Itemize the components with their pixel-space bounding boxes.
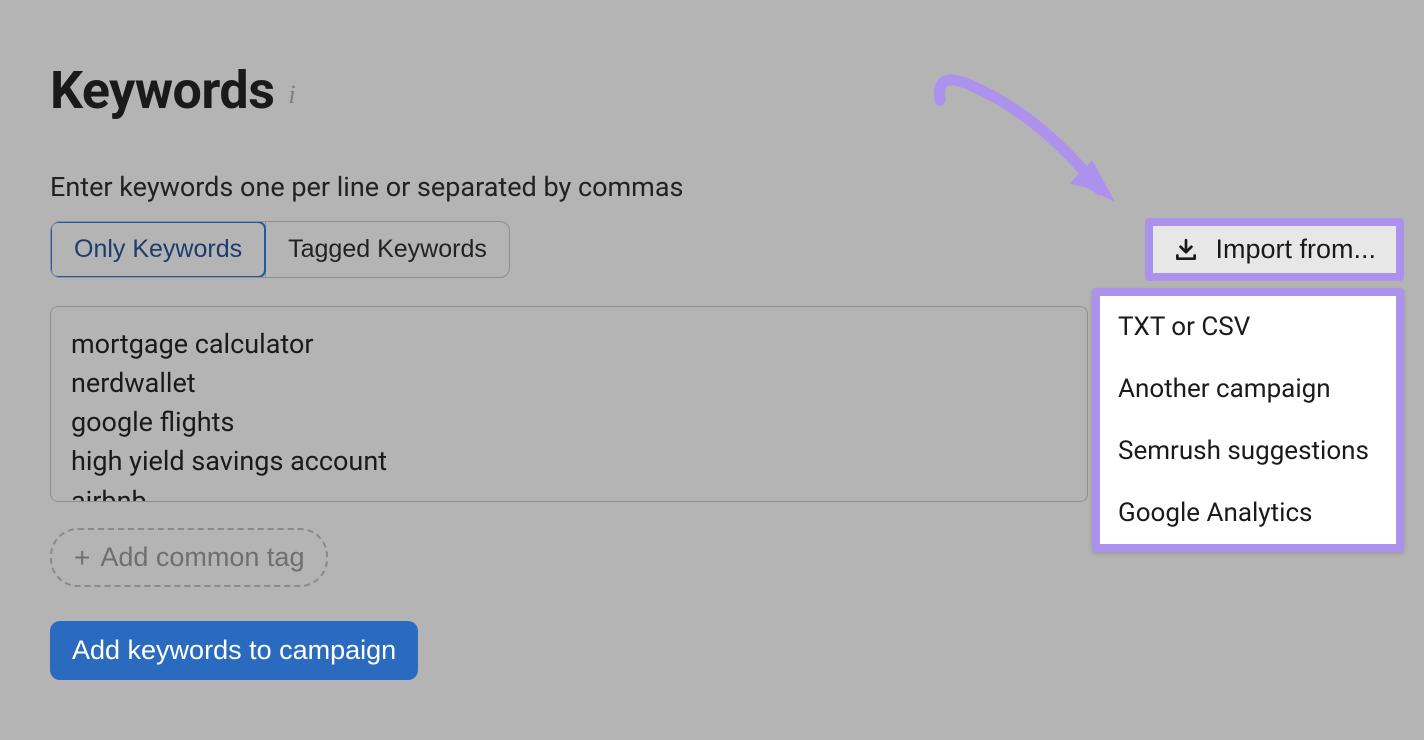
add-tag-label: Add common tag (100, 542, 304, 573)
annotation-arrow (920, 60, 1140, 230)
info-icon[interactable]: i (288, 82, 295, 108)
import-dropdown: TXT or CSV Another campaign Semrush sugg… (1092, 288, 1404, 552)
keyword-mode-tabs: Only Keywords Tagged Keywords (50, 221, 510, 278)
import-from-button[interactable]: Import from... (1145, 218, 1404, 281)
download-icon (1173, 237, 1199, 263)
import-button-label: Import from... (1215, 234, 1376, 265)
import-option-semrush-suggestions[interactable]: Semrush suggestions (1100, 420, 1396, 482)
tab-tagged-keywords[interactable]: Tagged Keywords (265, 222, 509, 277)
keywords-input[interactable] (50, 306, 1088, 502)
import-option-google-analytics[interactable]: Google Analytics (1100, 482, 1396, 544)
import-option-another-campaign[interactable]: Another campaign (1100, 358, 1396, 420)
import-option-txt-csv[interactable]: TXT or CSV (1100, 296, 1396, 358)
add-common-tag-button[interactable]: + Add common tag (50, 528, 328, 587)
add-keywords-to-campaign-button[interactable]: Add keywords to campaign (50, 621, 418, 680)
enter-keywords-subheading: Enter keywords one per line or separated… (50, 171, 1374, 203)
page-title: Keywords (50, 60, 274, 121)
tab-only-keywords[interactable]: Only Keywords (50, 221, 266, 278)
plus-icon: + (74, 544, 90, 572)
